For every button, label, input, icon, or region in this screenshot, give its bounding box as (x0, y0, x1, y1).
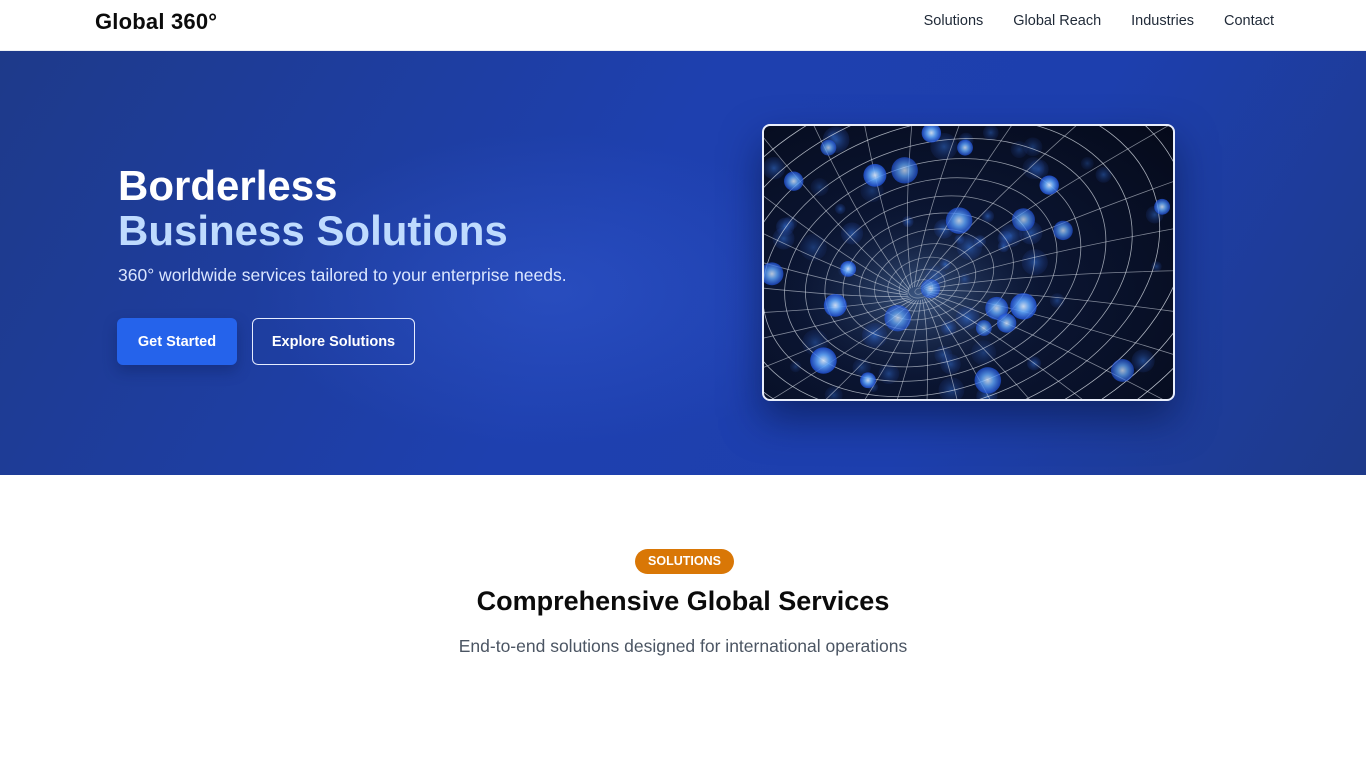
hero-section: Borderless Business Solutions 360° world… (0, 51, 1366, 475)
hero-image (762, 124, 1175, 401)
hero-title-line1: Borderless (118, 162, 338, 209)
solutions-badge: SOLUTIONS (635, 549, 734, 574)
hero-title-line2: Business Solutions (118, 207, 508, 254)
section-title: Comprehensive Global Services (476, 586, 890, 616)
nav-global-reach[interactable]: Global Reach (1013, 13, 1101, 29)
logo[interactable]: Global 360° (95, 9, 217, 35)
nav-solutions[interactable]: Solutions (924, 13, 984, 29)
section-subtitle: End-to-end solutions designed for intern… (458, 636, 908, 656)
site-header: Global 360° Solutions Global Reach Indus… (0, 0, 1366, 51)
nav-contact[interactable]: Contact (1224, 13, 1274, 29)
explore-solutions-button[interactable]: Explore Solutions (252, 318, 415, 365)
hero-subtitle: 360° worldwide services tailored to your… (118, 265, 567, 285)
nav-industries[interactable]: Industries (1131, 13, 1194, 29)
get-started-button[interactable]: Get Started (117, 318, 237, 365)
hero-title: Borderless Business Solutions (118, 163, 508, 253)
network-wormhole-image (764, 126, 1173, 399)
main-nav: Solutions Global Reach Industries Contac… (924, 13, 1274, 29)
